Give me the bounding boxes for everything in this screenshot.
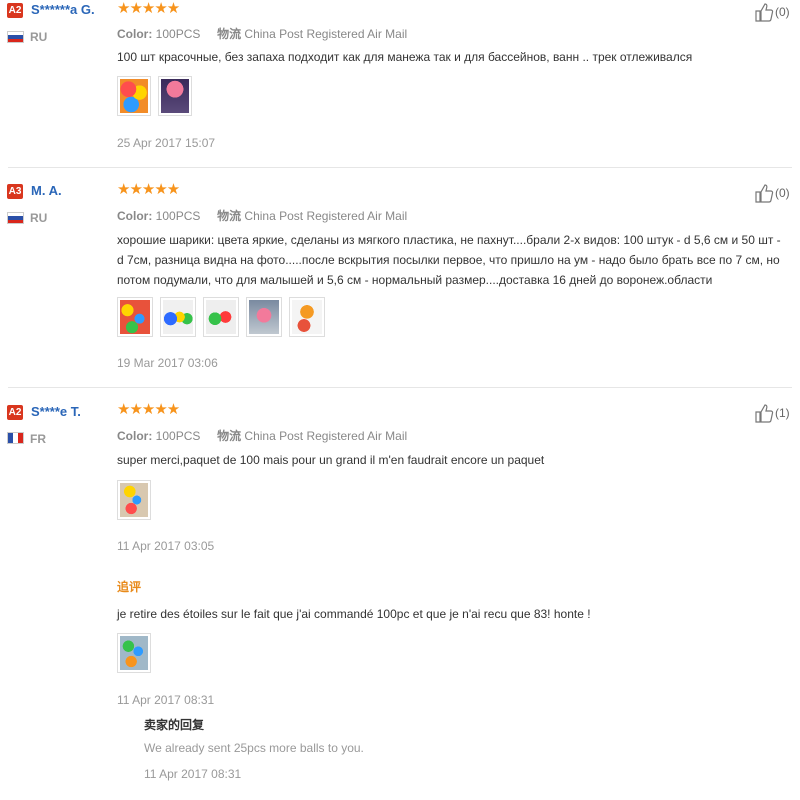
review-photo[interactable] xyxy=(117,633,151,673)
buyer-name[interactable]: M. A. xyxy=(31,183,62,198)
color-value: 100PCS xyxy=(155,429,201,443)
shipping-value: China Post Registered Air Mail xyxy=(244,429,408,443)
buyer-country: RU xyxy=(30,211,48,225)
like-button[interactable]: (0) xyxy=(754,183,790,203)
review-photos xyxy=(117,76,199,116)
seller-reply-title: 卖家的回复 xyxy=(144,718,205,732)
shipping-value: China Post Registered Air Mail xyxy=(244,209,408,223)
like-count: (0) xyxy=(775,186,790,200)
russia-flag-icon xyxy=(7,212,24,224)
followup-text: je retire des étoiles sur le fait que j'… xyxy=(117,607,591,621)
order-info: Color: 100PCS 物流 China Post Registered A… xyxy=(117,427,407,444)
followup-date: 11 Apr 2017 08:31 xyxy=(117,693,215,707)
thumbs-up-icon xyxy=(755,184,774,203)
followup-title: 追评 xyxy=(117,580,142,594)
buyer-name[interactable]: S****e T. xyxy=(31,404,81,419)
buyer-name[interactable]: S******a G. xyxy=(31,2,95,17)
review-photo[interactable] xyxy=(160,297,196,337)
russia-flag-icon xyxy=(7,31,24,43)
review-photo[interactable] xyxy=(289,297,325,337)
like-button[interactable]: (0) xyxy=(754,2,790,22)
shipping-label: 物流 xyxy=(217,429,242,443)
rating-stars: ★★★★★ xyxy=(117,401,180,418)
shipping-label: 物流 xyxy=(217,27,242,41)
followup-photos xyxy=(117,633,158,673)
review-date: 11 Apr 2017 03:05 xyxy=(117,539,215,553)
buyer-country: RU xyxy=(30,30,48,44)
color-label: Color: xyxy=(117,429,153,443)
review-text: 100 шт красочные, без запаха подходит ка… xyxy=(117,50,693,64)
review-photos xyxy=(117,480,158,520)
like-button[interactable]: (1) xyxy=(754,403,790,423)
seller-reply-text: We already sent 25pcs more balls to you. xyxy=(144,741,364,755)
review-photo[interactable] xyxy=(203,297,239,337)
review-date: 25 Apr 2017 15:07 xyxy=(117,136,216,150)
review-photo[interactable] xyxy=(117,76,151,116)
buyer-level-badge: A3 xyxy=(7,184,23,199)
review-divider xyxy=(8,167,792,168)
review-photo[interactable] xyxy=(117,297,153,337)
review-photo[interactable] xyxy=(158,76,192,116)
color-value: 100PCS xyxy=(155,27,201,41)
review-photos xyxy=(117,297,332,337)
like-count: (0) xyxy=(775,5,790,19)
seller-reply-date: 11 Apr 2017 08:31 xyxy=(144,767,242,781)
color-label: Color: xyxy=(117,27,153,41)
shipping-value: China Post Registered Air Mail xyxy=(244,27,408,41)
france-flag-icon xyxy=(7,432,24,444)
order-info: Color: 100PCS 物流 China Post Registered A… xyxy=(117,25,407,42)
review-text: хорошие шарики: цвета яркие, сделаны из … xyxy=(117,233,781,287)
review-photo[interactable] xyxy=(246,297,282,337)
thumbs-up-icon xyxy=(755,404,774,423)
thumbs-up-icon xyxy=(755,3,774,22)
order-info: Color: 100PCS 物流 China Post Registered A… xyxy=(117,207,407,224)
color-value: 100PCS xyxy=(155,209,201,223)
rating-stars: ★★★★★ xyxy=(117,181,180,198)
color-label: Color: xyxy=(117,209,153,223)
review-photo[interactable] xyxy=(117,480,151,520)
shipping-label: 物流 xyxy=(217,209,242,223)
buyer-level-badge: A2 xyxy=(7,3,23,18)
review-divider xyxy=(8,387,792,388)
review-text: super merci,paquet de 100 mais pour un g… xyxy=(117,453,545,467)
rating-stars: ★★★★★ xyxy=(117,0,180,17)
review-date: 19 Mar 2017 03:06 xyxy=(117,356,218,370)
buyer-country: FR xyxy=(30,432,46,446)
buyer-level-badge: A2 xyxy=(7,405,23,420)
like-count: (1) xyxy=(775,406,790,420)
